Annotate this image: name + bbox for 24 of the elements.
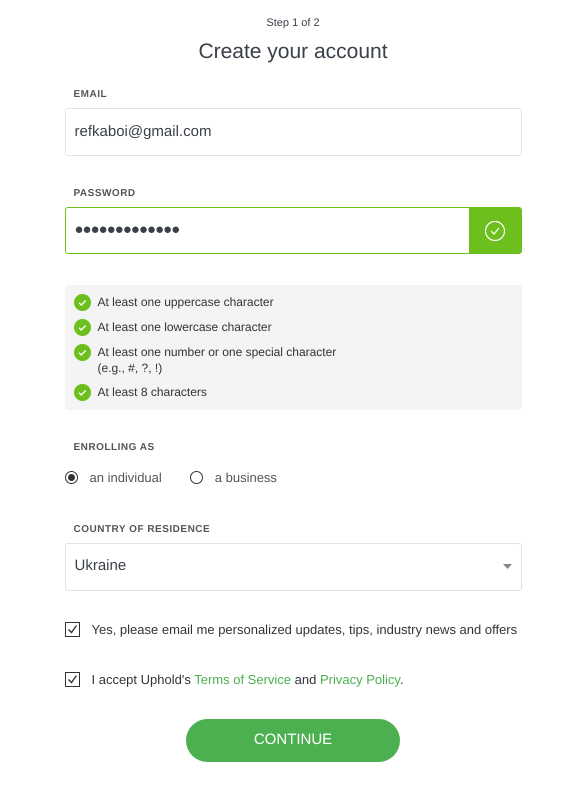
requirement-text: At least 8 characters	[98, 384, 207, 400]
requirement-text: At least one number or one special character	[98, 344, 336, 360]
check-circle-icon	[484, 220, 506, 242]
radio-button[interactable]	[64, 471, 78, 484]
requirement-text: At least one uppercase character	[98, 294, 274, 310]
requirement-note: (e.g., #, ?, !)	[98, 360, 164, 376]
field-label: COUNTRY OF RESIDENCE	[72, 522, 212, 536]
terms-label: I accept Uphold's Terms of Service and Privacy Policy.	[92, 670, 404, 689]
email-field[interactable]: refkaboi@gmail.com	[64, 108, 522, 156]
page-title: Create your account	[197, 38, 389, 64]
requirement-text: At least one lowercase character	[98, 319, 272, 335]
radio-button[interactable]	[190, 471, 203, 484]
newsletter-label: Yes, please email me personalized updates, tips, industry news and offers	[92, 620, 518, 638]
field-label: PASSWORD	[72, 187, 137, 201]
field-label: ENROLLING AS	[72, 441, 156, 455]
checkbox[interactable]	[64, 622, 80, 636]
caret-icon	[502, 564, 512, 569]
step-indicator: Step 1 of 2	[265, 16, 321, 31]
field-label: EMAIL	[72, 88, 108, 102]
radio-option[interactable]: a business	[190, 468, 277, 488]
radio-option[interactable]: an individual	[64, 468, 162, 488]
country-select[interactable]: Ukraine	[64, 542, 522, 590]
password-field[interactable]: ●●●●●●●●●●●●●	[64, 207, 522, 254]
checkbox[interactable]	[64, 672, 80, 687]
